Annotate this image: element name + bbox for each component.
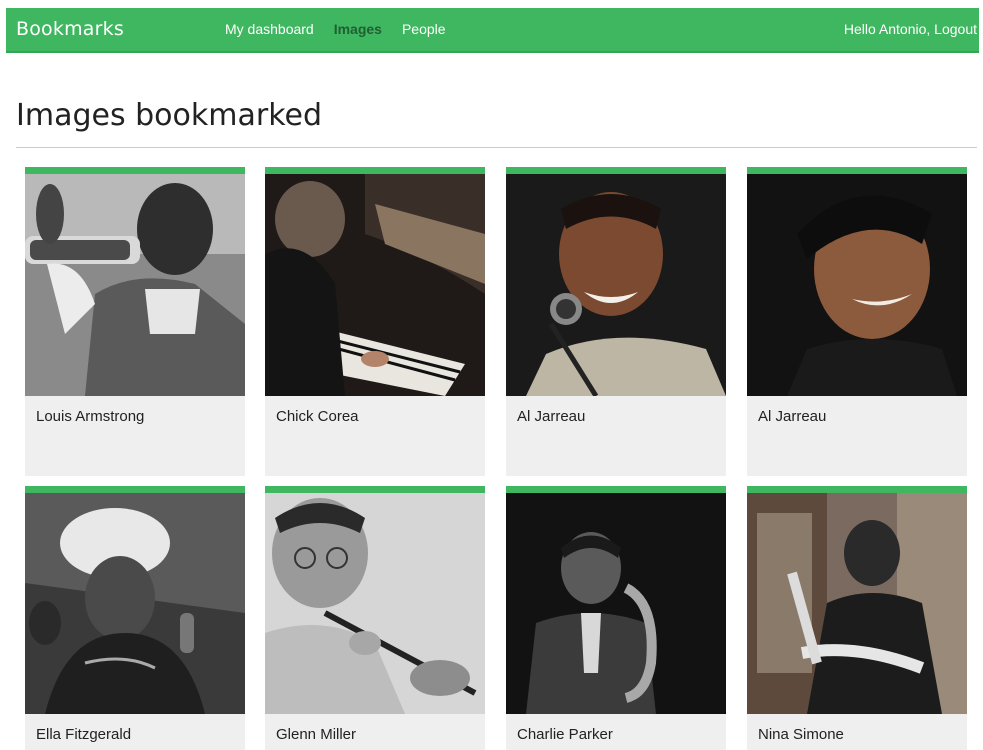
top-navigation-bar: Bookmarks My dashboard Images People Hel… [6,8,979,53]
image-card[interactable]: Al Jarreau [747,167,967,476]
photo-ella-fitzgerald [25,493,245,714]
image-caption: Glenn Miller [276,726,357,743]
photo-glenn-miller [265,493,485,714]
page-title: Images bookmarked [16,98,322,133]
nav-my-dashboard[interactable]: My dashboard [225,21,314,37]
image-card[interactable]: Chick Corea [265,167,485,476]
main-nav: My dashboard Images People [225,21,466,37]
image-caption: Charlie Parker [517,726,613,743]
title-divider [16,147,977,148]
window-edge-left [0,0,6,750]
image-caption: Chick Corea [276,408,359,425]
image-card[interactable]: Ella Fitzgerald [25,486,245,750]
image-card[interactable]: Al Jarreau [506,167,726,476]
logout-link[interactable]: Logout [934,21,977,37]
image-card[interactable]: Louis Armstrong [25,167,245,476]
window-edge-right [979,0,983,750]
photo-charlie-parker [506,493,726,714]
photo-al-jarreau-1 [506,174,726,396]
nav-people[interactable]: People [402,21,446,37]
brand-logo[interactable]: Bookmarks [16,18,124,40]
app-window: Bookmarks My dashboard Images People Hel… [0,0,983,750]
photo-nina-simone [747,493,967,714]
image-card[interactable]: Glenn Miller [265,486,485,750]
image-card[interactable]: Charlie Parker [506,486,726,750]
image-caption: Al Jarreau [758,408,827,425]
nav-images[interactable]: Images [334,21,382,37]
image-caption: Ella Fitzgerald [36,726,132,743]
user-greeting: Hello Antonio, [843,21,931,37]
photo-al-jarreau-2 [747,174,967,396]
user-menu: Hello Antonio, Logout [844,21,977,37]
image-card[interactable]: Nina Simone [747,486,967,750]
image-caption: Louis Armstrong [36,408,145,425]
image-caption: Al Jarreau [517,408,586,425]
photo-louis-armstrong [25,174,245,396]
photo-chick-corea [265,174,485,396]
image-caption: Nina Simone [758,726,844,743]
